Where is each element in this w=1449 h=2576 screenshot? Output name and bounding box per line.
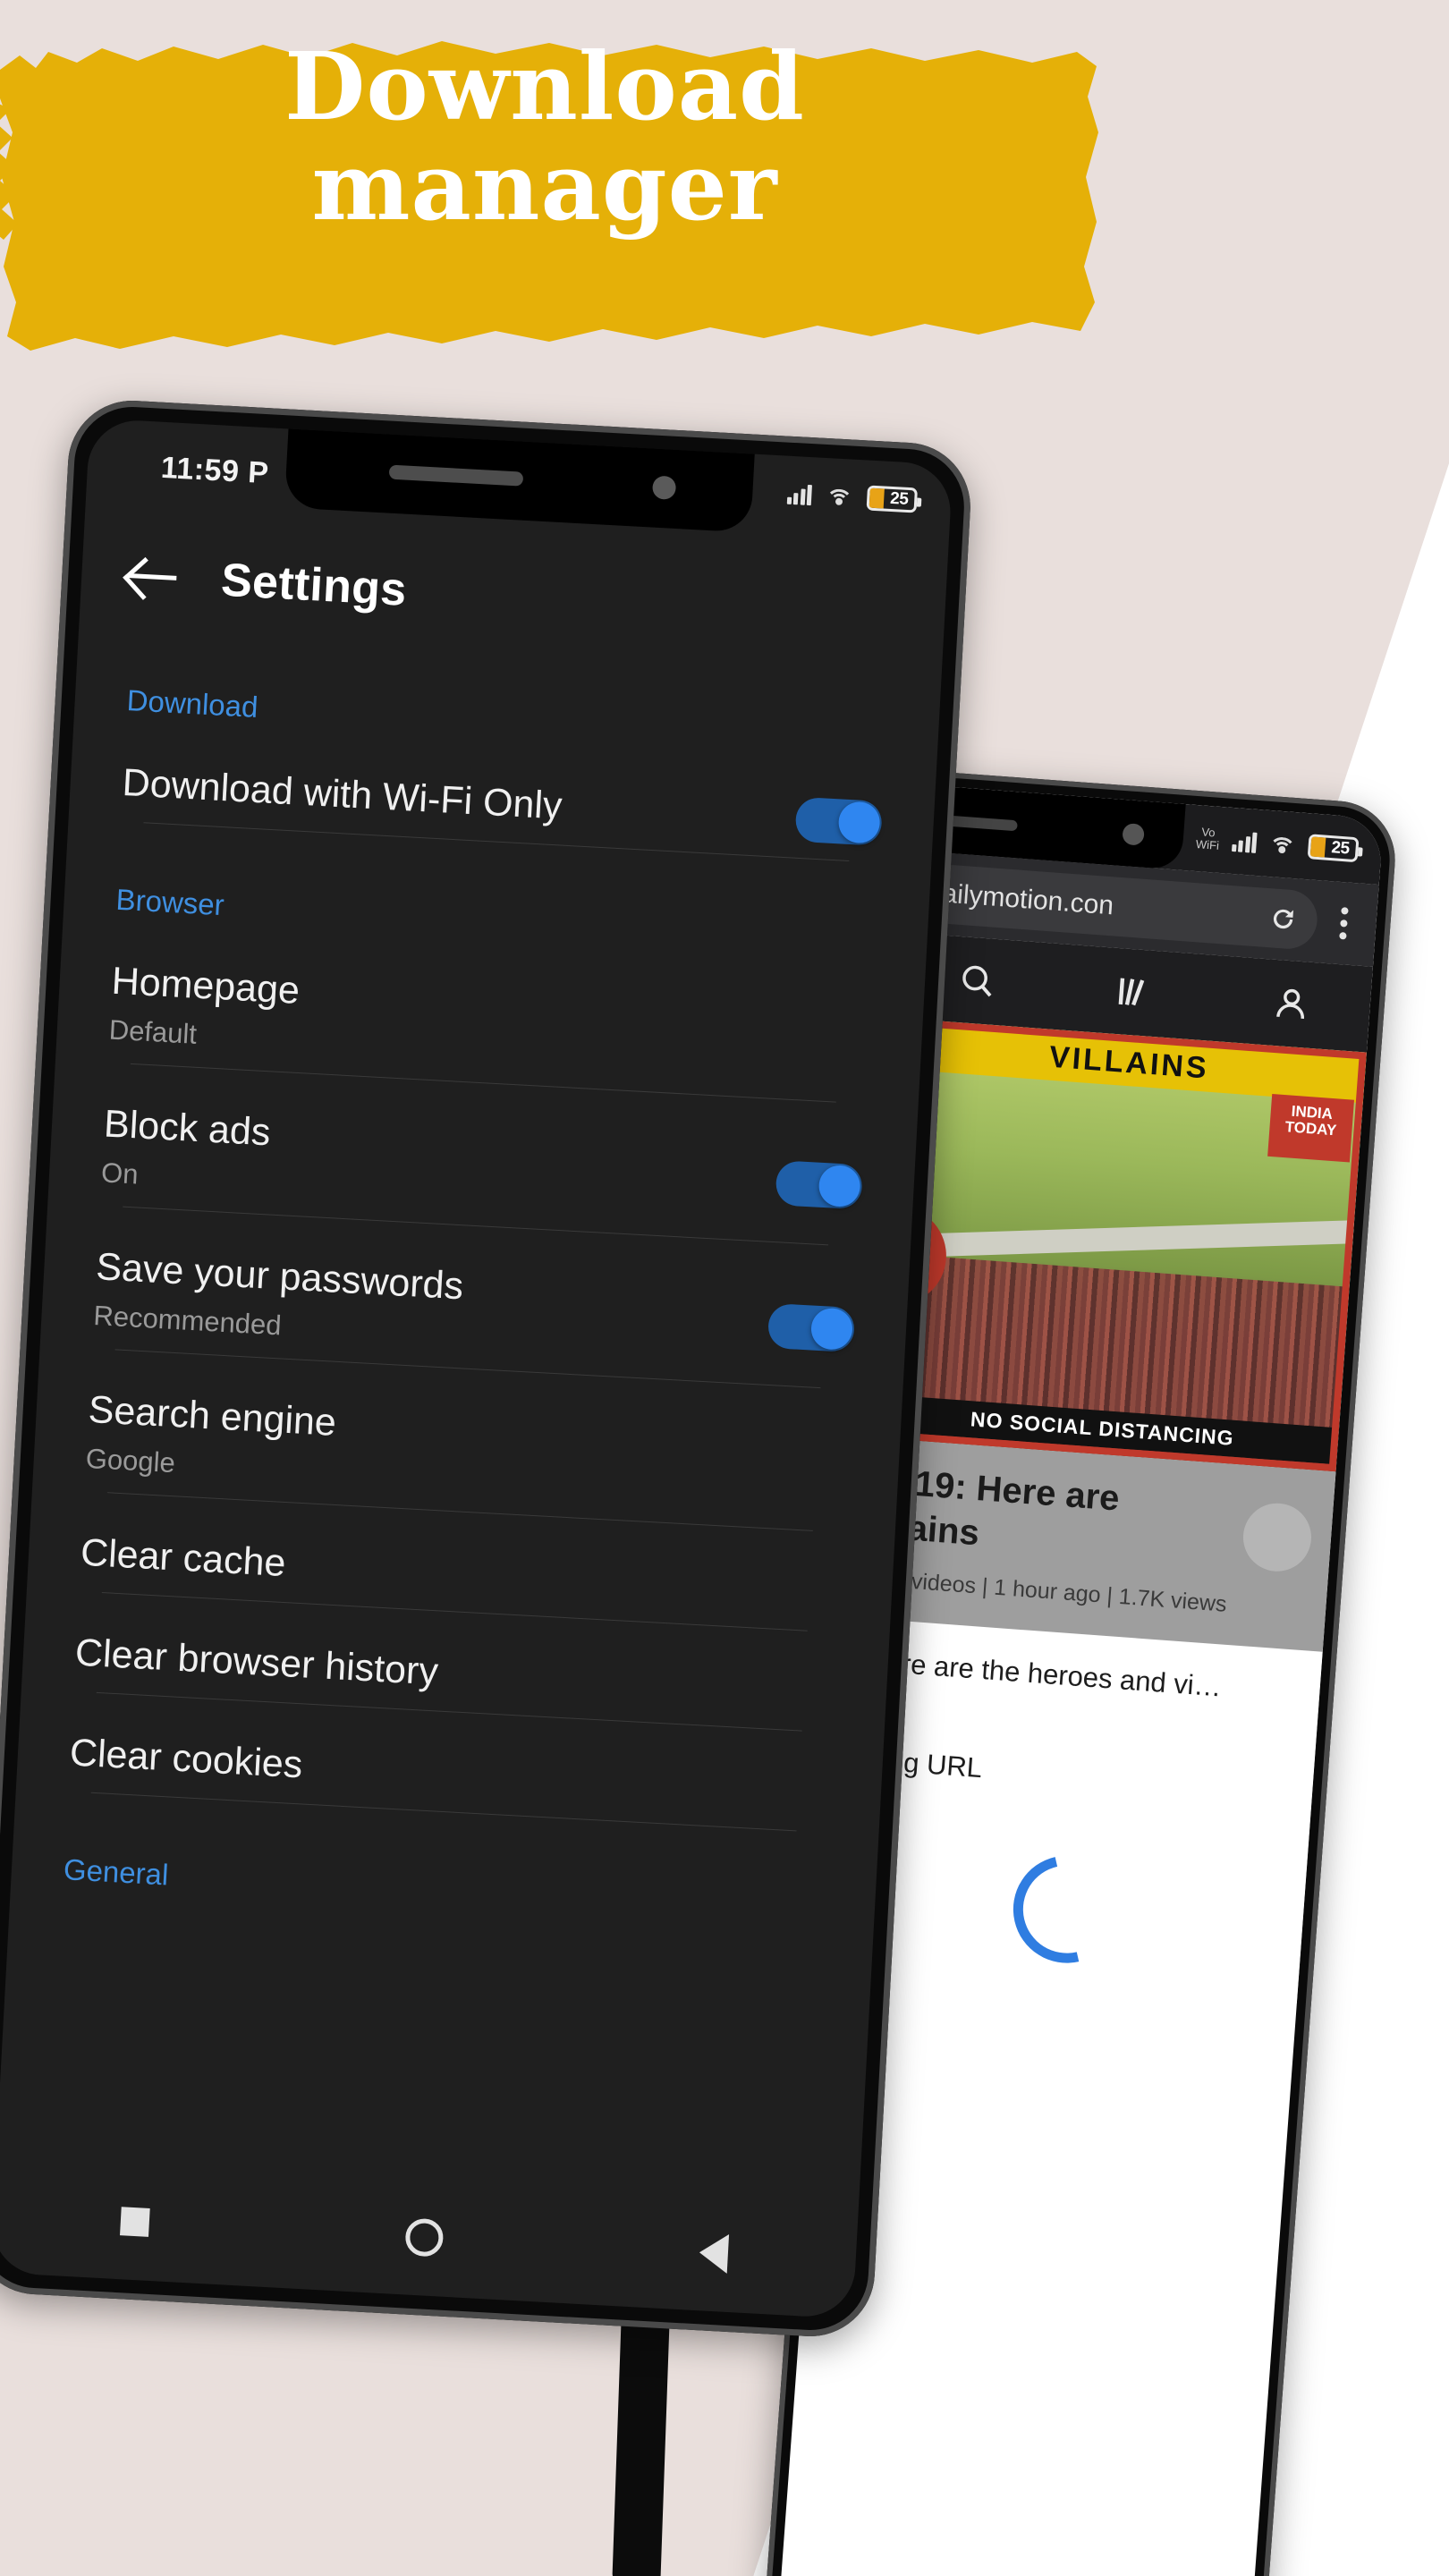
volte-label: Vo WiFi (1195, 826, 1220, 852)
article-lead: Here are the heroes and vi… (865, 1645, 1223, 1703)
status-bar-icons: 25 (786, 481, 918, 517)
earpiece-speaker-icon (388, 464, 524, 487)
settings-row-title: Save your passwords (95, 1245, 465, 1309)
settings-row-text: Search engine Google (85, 1388, 337, 1488)
settings-row-subtitle: Recommended (92, 1300, 283, 1342)
title-banner: Download manager (0, 16, 1104, 356)
settings-row-subtitle: Default (107, 1013, 198, 1050)
battery-icon: 25 (866, 485, 918, 513)
toggle-knob (809, 1307, 854, 1351)
battery-percent: 25 (889, 488, 909, 509)
triangle-back-icon[interactable] (698, 2233, 729, 2274)
banner-title: Download manager (0, 31, 1095, 242)
phone-screen-left: 11:59 P 25 Settings Download Download wit… (0, 418, 953, 2319)
library-icon[interactable] (1114, 971, 1156, 1013)
toggle-knob (837, 801, 881, 844)
battery-fill (1309, 836, 1326, 858)
reload-icon[interactable] (1267, 903, 1298, 934)
phone-device-left: 11:59 P 25 Settings Download Download wit… (0, 397, 974, 2340)
settings-list[interactable]: Download Download with Wi-Fi Only Browser H… (0, 640, 941, 2203)
settings-row-title: Clear cookies (68, 1731, 304, 1787)
settings-toggle[interactable] (767, 1302, 856, 1352)
charging-cable (612, 2289, 671, 2576)
front-camera-icon (651, 475, 677, 500)
volte-label-line2: WiFi (1195, 836, 1220, 852)
settings-toggle[interactable] (775, 1159, 863, 1209)
kebab-menu-icon[interactable] (1328, 906, 1360, 940)
signal-bars-icon (786, 483, 812, 506)
banner-title-line1: Download (284, 31, 805, 141)
front-camera-icon (1122, 823, 1146, 846)
settings-row-text: Homepage Default (108, 960, 301, 1056)
video-thumbnail[interactable]: VILLAINS INDIA TODAY NO SOCIAL DISTANCIN… (864, 1017, 1367, 1472)
settings-toggle[interactable] (794, 796, 883, 846)
status-bar-time: 11:59 P (159, 450, 270, 491)
search-icon[interactable] (956, 960, 998, 1002)
settings-row-subtitle: Google (84, 1442, 176, 1479)
settings-row-text: Block ads On (100, 1102, 271, 1198)
settings-row-text: Download with Wi-Fi Only (122, 760, 564, 828)
promo-screenshot: Download manager Vo WiFi 25 ailymotion.c… (0, 0, 1449, 2576)
settings-row-title: Download with Wi-Fi Only (121, 760, 564, 828)
settings-row-text: Clear cache (80, 1531, 287, 1586)
loading-spinner-icon (993, 1835, 1141, 1983)
url-text: ailymotion.con (941, 878, 1115, 921)
article-header: d-19: Here are illains /10 videos | 1 ho… (852, 1436, 1336, 1652)
settings-row-title: Search engine (87, 1387, 338, 1445)
settings-row-text: Clear browser history (74, 1631, 439, 1695)
banner-title-line2: manager (311, 131, 778, 242)
video-frame (864, 1017, 1367, 1472)
settings-row-title: Clear browser history (73, 1631, 440, 1694)
parsing-url-label: rsing URL (858, 1742, 984, 1784)
signal-bars-icon (1231, 830, 1258, 853)
settings-row-title: Clear cache (79, 1530, 287, 1586)
circle-home-icon[interactable] (404, 2217, 445, 2258)
wifi-icon (825, 485, 853, 517)
settings-row-subtitle: On (100, 1157, 140, 1191)
settings-row-title: Homepage (110, 959, 301, 1013)
wifi-icon (1267, 833, 1297, 866)
settings-row-text: Save your passwords Recommended (93, 1245, 465, 1352)
page-title: Settings (219, 554, 409, 616)
square-recents-icon[interactable] (120, 2207, 151, 2237)
battery-percent: 25 (1330, 838, 1351, 859)
toggle-knob (818, 1164, 861, 1208)
battery-icon: 25 (1307, 834, 1360, 863)
settings-row-text: Clear cookies (69, 1731, 304, 1787)
back-arrow-icon[interactable] (127, 550, 180, 603)
notch-left (284, 425, 755, 533)
account-icon[interactable] (1270, 983, 1312, 1025)
battery-fill (869, 487, 885, 509)
settings-row-title: Block ads (102, 1102, 272, 1155)
